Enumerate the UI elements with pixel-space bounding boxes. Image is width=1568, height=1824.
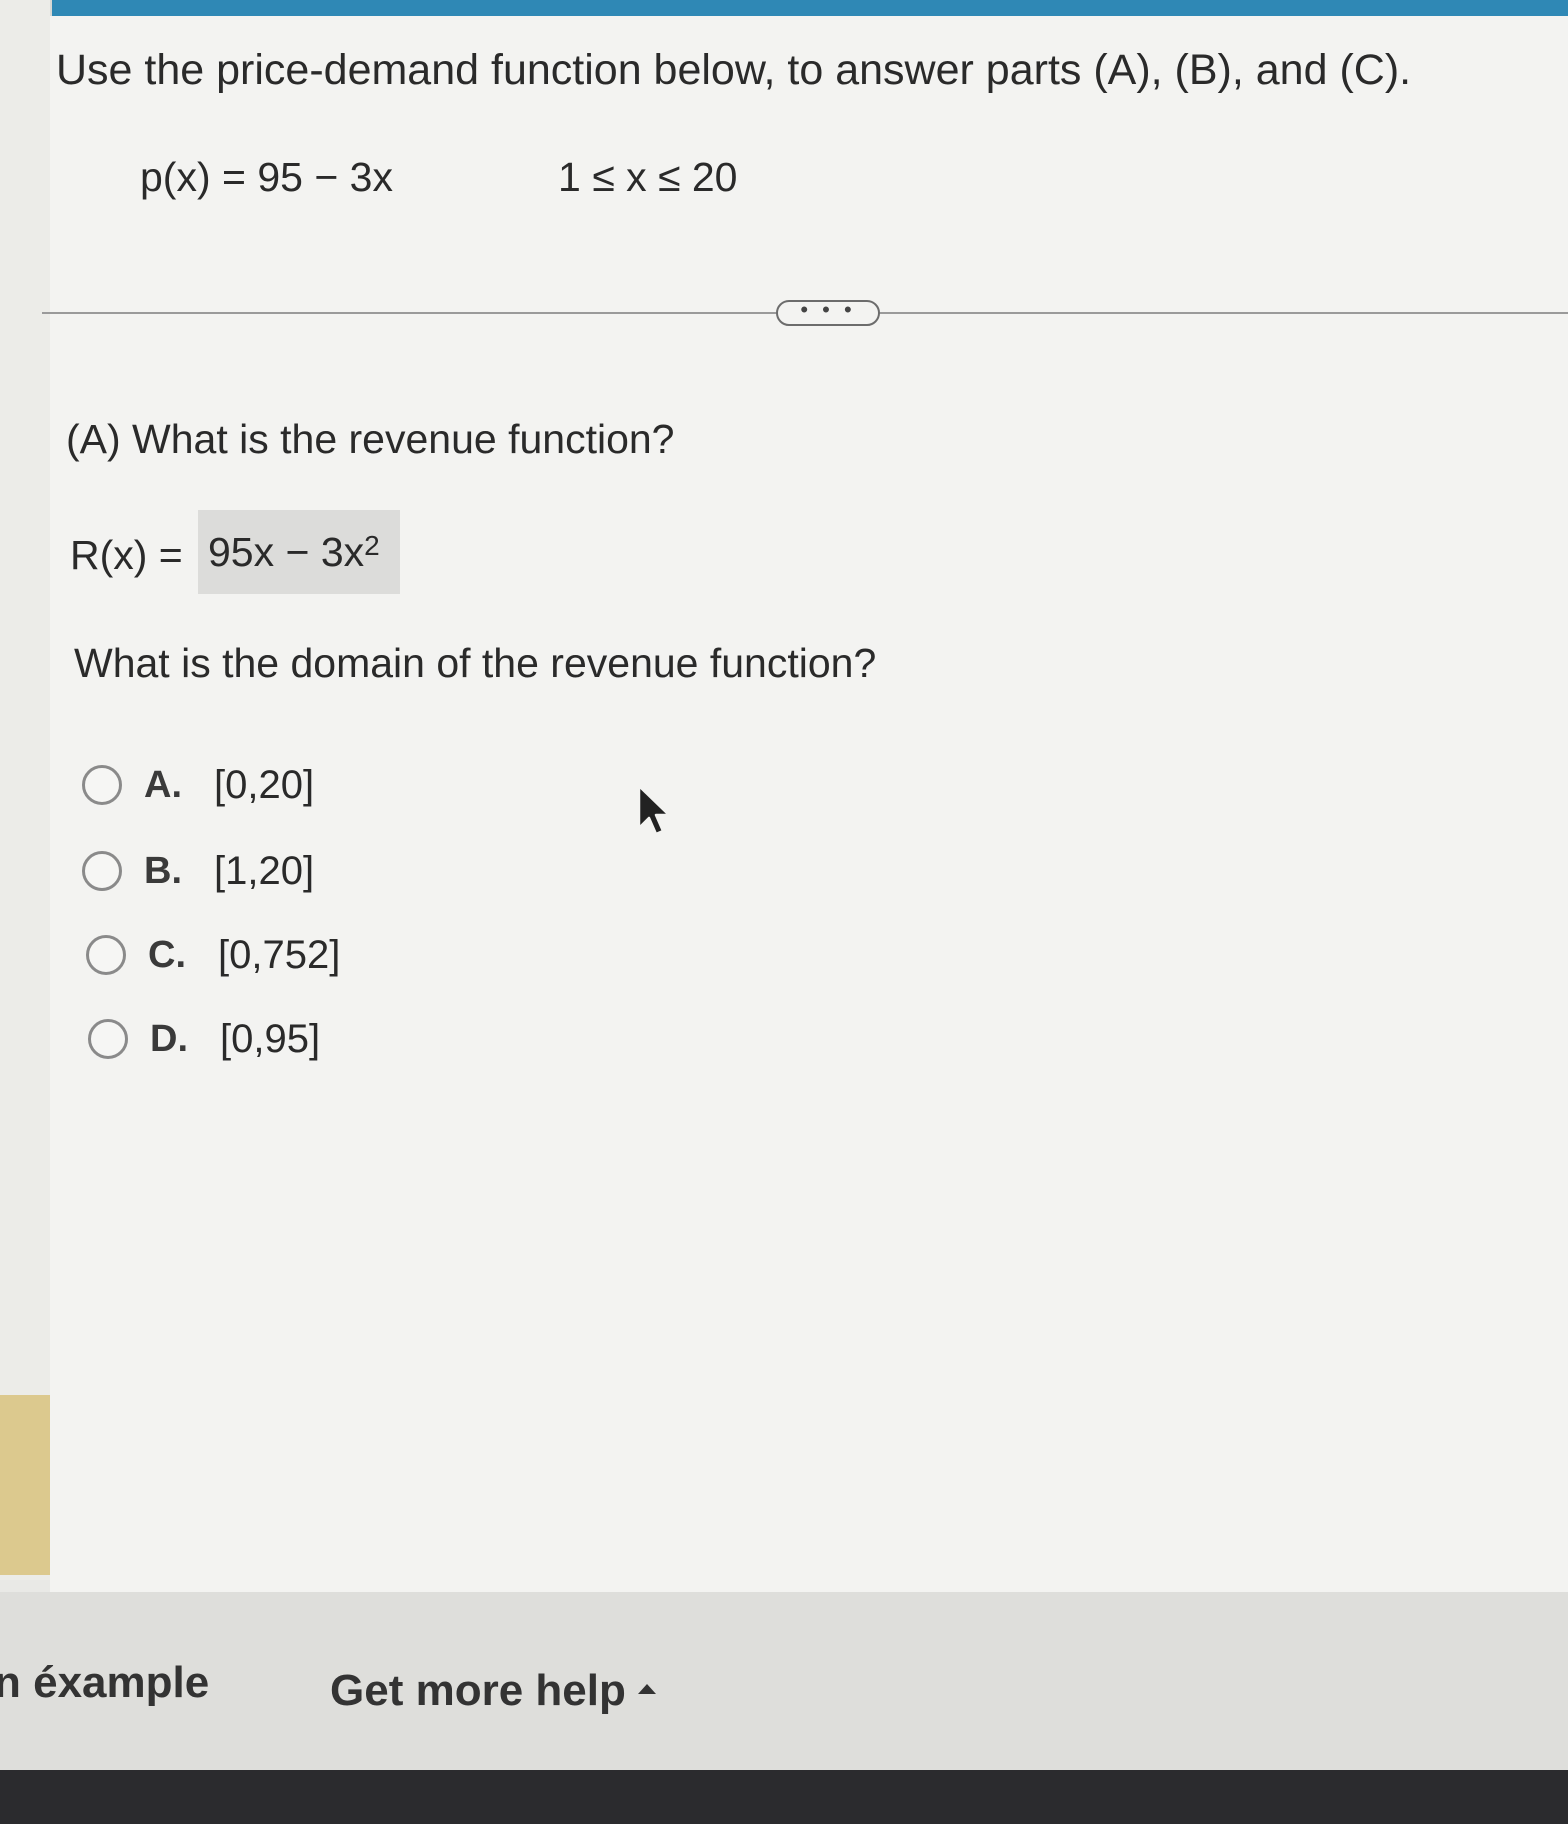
get-more-help-label: Get more help — [330, 1666, 626, 1715]
domain-constraint: 1 ≤ x ≤ 20 — [558, 154, 738, 200]
choice-b-value: [1,20] — [214, 848, 315, 893]
left-accent-block — [0, 1395, 52, 1575]
choice-c-letter: C. — [148, 933, 186, 976]
choice-c[interactable]: C. [0,752] — [86, 930, 340, 980]
choice-d[interactable]: D. [0,95] — [88, 1014, 320, 1064]
expand-more-button[interactable]: • • • — [776, 299, 880, 326]
question-panel: Use the price-demand function below, to … — [42, 16, 1568, 1592]
part-a-question: (A) What is the revenue function? — [66, 416, 675, 462]
caret-up-icon — [637, 1684, 656, 1695]
screen-bezel — [0, 1770, 1568, 1824]
domain-question: What is the domain of the revenue functi… — [74, 640, 877, 686]
bottom-toolbar — [0, 1592, 1568, 1770]
radio-d[interactable] — [88, 1019, 128, 1059]
radio-a[interactable] — [82, 765, 122, 805]
top-accent-strip — [0, 0, 1568, 16]
choice-d-value: [0,95] — [220, 1016, 321, 1061]
radio-b[interactable] — [82, 851, 122, 891]
get-more-help-link[interactable]: Get more help — [330, 1666, 656, 1716]
choice-b[interactable]: B. [1,20] — [82, 846, 314, 896]
intro-text: Use the price-demand function below, to … — [56, 46, 1412, 94]
price-demand-equation: p(x) = 95 − 3x — [140, 154, 393, 200]
view-example-link[interactable]: n éxample — [0, 1658, 209, 1708]
choice-c-value: [0,752] — [218, 932, 341, 977]
choice-d-letter: D. — [150, 1017, 188, 1060]
choice-b-letter: B. — [144, 849, 182, 892]
left-edge — [0, 0, 52, 1580]
revenue-answer-base: 95x − 3x — [208, 528, 365, 575]
revenue-label: R(x) = — [70, 532, 183, 578]
revenue-answer-box[interactable]: 95x − 3x 2 — [198, 510, 400, 594]
revenue-answer-exponent: 2 — [364, 530, 380, 561]
choice-a[interactable]: A. [0,20] — [82, 760, 314, 810]
choice-a-letter: A. — [144, 763, 182, 806]
choice-a-value: [0,20] — [214, 762, 315, 807]
mouse-pointer-icon — [637, 784, 671, 836]
radio-c[interactable] — [86, 935, 126, 975]
